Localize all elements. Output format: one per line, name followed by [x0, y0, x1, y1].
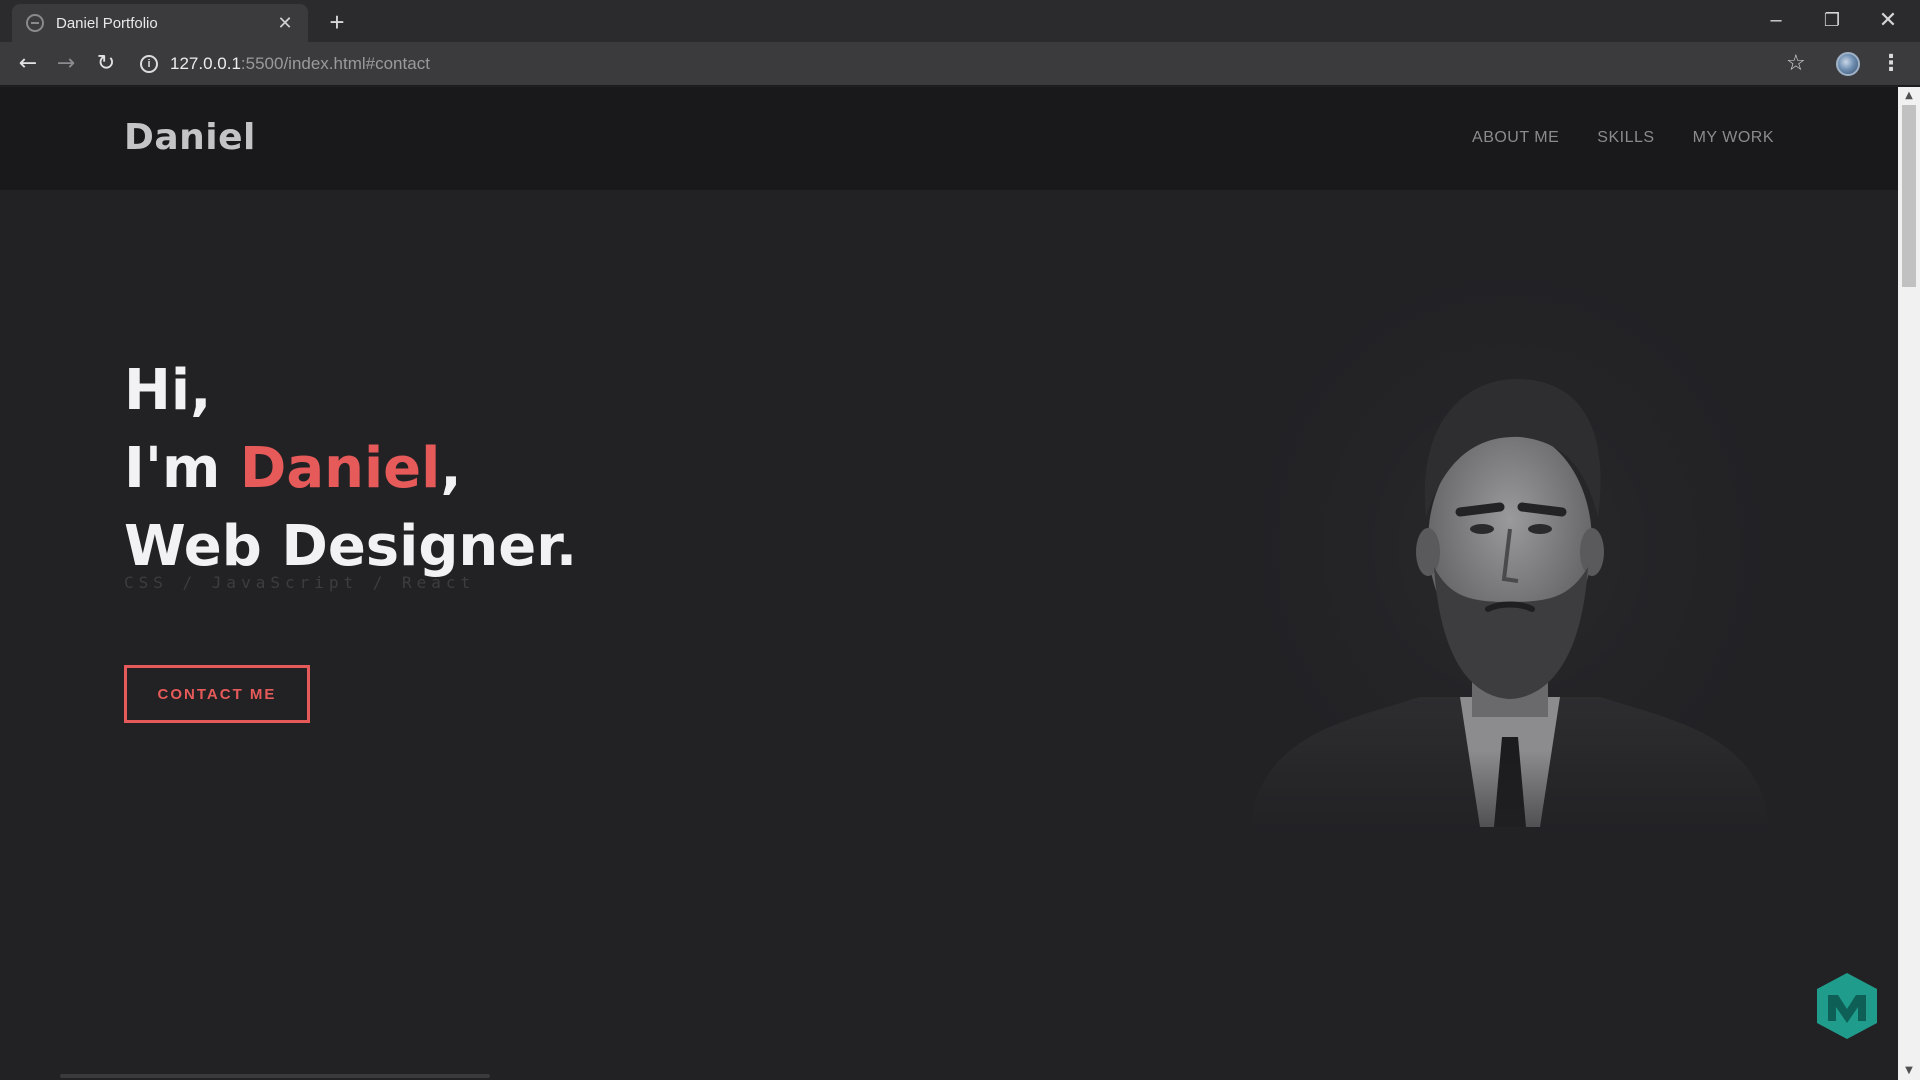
scroll-up-arrow-icon[interactable]: ▲	[1898, 87, 1920, 105]
new-tab-button[interactable]: +	[322, 8, 352, 38]
hero-heading: Hi, I'm Daniel, Web Designer.	[124, 352, 577, 586]
nav-link-my-work[interactable]: MY WORK	[1693, 129, 1774, 147]
close-window-button[interactable]: ✕	[1862, 4, 1914, 36]
url-path: :5500/index.html#contact	[240, 54, 430, 73]
hero-intro-prefix: I'm	[124, 436, 240, 501]
browser-toolbar: ← → ↻ i 127.0.0.1:5500/index.html#contac…	[0, 42, 1920, 86]
vertical-scrollbar[interactable]: ▲ ▼	[1898, 87, 1920, 1080]
hero-line-greeting: Hi,	[124, 358, 212, 423]
tab-title: Daniel Portfolio	[56, 14, 158, 32]
star-icon[interactable]: ☆	[1786, 50, 1806, 78]
kebab-menu-icon[interactable]: ⋮	[1880, 50, 1902, 78]
profile-icon[interactable]	[1836, 52, 1860, 76]
site-nav-links: ABOUT ME SKILLS MY WORK	[1472, 129, 1774, 147]
brand-watermark-logo	[1817, 973, 1877, 1039]
hero-intro-suffix: ,	[440, 436, 462, 501]
browser-tab-strip: Daniel Portfolio ✕ + – ❐ ✕	[0, 0, 1920, 42]
forward-arrow-icon[interactable]: →	[50, 48, 82, 80]
hero-name: Daniel	[239, 436, 441, 501]
browser-tab[interactable]: Daniel Portfolio ✕	[12, 4, 308, 42]
close-tab-icon[interactable]: ✕	[274, 13, 296, 34]
scrollbar-thumb[interactable]	[1902, 105, 1916, 287]
scroll-down-arrow-icon[interactable]: ▼	[1898, 1062, 1920, 1080]
address-bar[interactable]: i 127.0.0.1:5500/index.html#contact	[140, 48, 1800, 80]
hero-line-intro: I'm Daniel,	[124, 430, 577, 508]
site-navbar: Daniel ABOUT ME SKILLS MY WORK	[0, 87, 1898, 190]
globe-favicon-icon	[26, 14, 44, 32]
restore-window-button[interactable]: ❐	[1806, 4, 1858, 36]
nav-link-skills[interactable]: SKILLS	[1597, 129, 1654, 147]
info-icon[interactable]: i	[140, 55, 158, 73]
portrait-photo	[1220, 267, 1800, 887]
hero-skills-subtitle: CSS / JavaScript / React	[124, 573, 476, 592]
nav-link-about-me[interactable]: ABOUT ME	[1472, 129, 1559, 147]
page-viewport: Daniel ABOUT ME SKILLS MY WORK Hi, I'm D…	[0, 87, 1898, 1080]
page-horizontal-scroll-hint	[60, 1074, 490, 1078]
minimize-window-button[interactable]: –	[1750, 4, 1802, 36]
site-logo[interactable]: Daniel	[124, 117, 256, 158]
reload-icon[interactable]: ↻	[90, 48, 122, 80]
back-arrow-icon[interactable]: ←	[12, 48, 44, 80]
contact-me-button[interactable]: CONTACT ME	[124, 665, 310, 723]
url-host: 127.0.0.1	[170, 54, 241, 73]
